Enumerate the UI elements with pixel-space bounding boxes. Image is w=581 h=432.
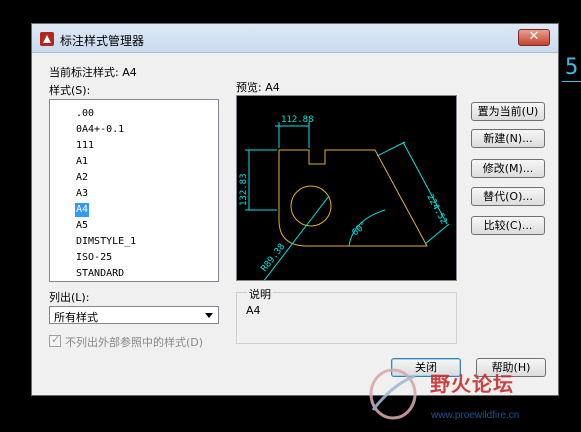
dim-text: 224.52 [424,193,448,226]
style-list-item[interactable]: ISO-25 [75,251,113,265]
chevron-down-icon [205,313,213,318]
list-filter-value: 所有样式 [54,311,98,324]
list-label: 列出(L): [49,291,90,304]
watermark-title: 野火论坛 [430,372,514,396]
radius-leader [263,195,330,280]
style-list-item[interactable]: A3 [75,187,89,201]
style-list-item[interactable]: A5 [75,219,89,233]
background-digit: 5 [565,55,579,80]
current-style-label: 当前标注样式: A4 [49,66,137,79]
description-value: A4 [246,304,261,317]
style-list-item-selected[interactable]: A4 [75,203,90,217]
close-icon: ✕ [528,29,540,44]
style-list-item[interactable]: A1 [75,155,89,169]
list-filter-select[interactable]: 所有样式 [49,306,219,324]
title-bar[interactable]: 标注样式管理器 ✕ [32,24,558,53]
watermark: 野火论坛 www.proewildfire.cn [365,364,581,432]
autocad-app-icon [40,32,54,46]
style-list-item[interactable]: DIMSTYLE_1 [75,235,137,249]
description-group: 说明 A4 [236,286,457,344]
watermark-logo-icon [369,368,417,420]
description-title: 说明 [247,286,273,302]
style-list-item[interactable]: .00 [75,107,95,121]
modify-style-button[interactable]: 修改(M)... [471,159,545,178]
close-window-button[interactable]: ✕ [518,29,550,46]
style-list-item[interactable]: A2 [75,171,89,185]
set-current-button[interactable]: 置为当前(U) [471,102,545,121]
ext-line [376,141,406,157]
checkmark-icon: ✓ [51,333,61,346]
new-style-button[interactable]: 新建(N)... [471,129,545,148]
ext-line [424,223,450,245]
styles-label: 样式(S): [49,84,91,97]
style-list-item[interactable]: 111 [75,139,95,153]
style-list-item[interactable]: 0A4+-0.1 [75,123,125,137]
dimension-preview: 112.88 132.83 224.52 60° R89.38 [236,95,457,281]
exclude-xref-label: 不列出外部参照中的样式(D) [65,336,204,349]
compare-styles-button[interactable]: 比较(C)... [471,216,545,235]
dim-style-manager-dialog: 标注样式管理器 ✕ 当前标注样式: A4 样式(S): 预览: A4 .00 0… [31,23,559,396]
preview-drawing: 112.88 132.83 224.52 60° R89.38 [239,115,450,280]
override-style-button[interactable]: 替代(O)... [471,187,545,206]
style-list-item[interactable]: STANDARD [75,267,125,281]
background-line [562,81,581,82]
watermark-url: www.proewildfire.cn [431,410,520,421]
dim-text: 60° [351,220,370,238]
dim-text: 112.88 [281,115,314,125]
dialog-title: 标注样式管理器 [60,34,145,48]
exclude-xref-checkbox[interactable]: ✓ [49,333,61,347]
dim-text: 132.83 [239,173,249,206]
preview-label: 预览: A4 [236,81,280,94]
styles-listbox[interactable]: .00 0A4+-0.1 111 A1 A2 A3 A4 A5 DIMSTYLE… [49,99,219,282]
